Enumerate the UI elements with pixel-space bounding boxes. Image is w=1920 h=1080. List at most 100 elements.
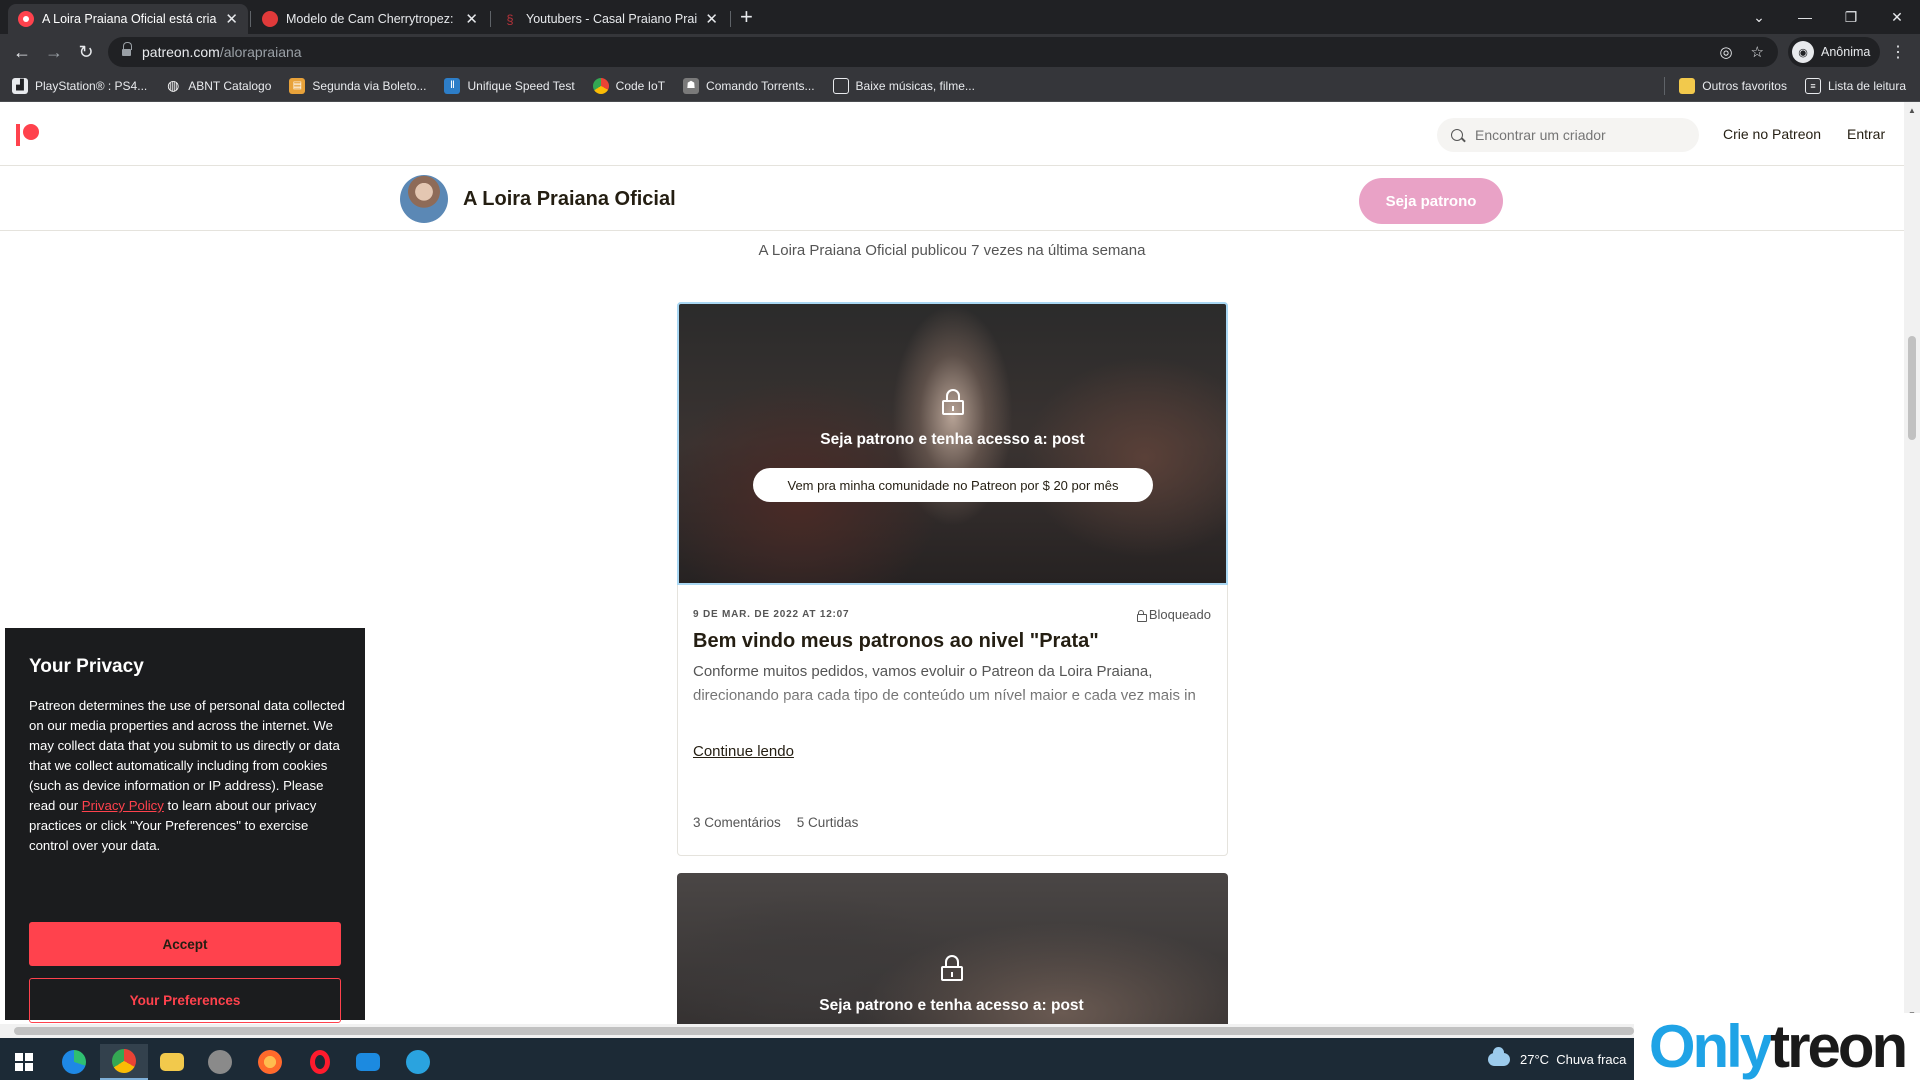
login-link[interactable]: Entrar: [1847, 126, 1885, 142]
tier-join-pill[interactable]: Vem pra minha comunidade no Patreon por …: [753, 468, 1153, 502]
weather-widget[interactable]: 27°C Chuva fraca: [1488, 1047, 1626, 1067]
globe-icon: ◍: [167, 77, 180, 93]
scrollbar-thumb[interactable]: [14, 1027, 1634, 1035]
locked-post-media[interactable]: Seja patrono e tenha acesso a: post: [677, 873, 1228, 1024]
watermark-logo: Only treon: [1634, 1013, 1920, 1080]
close-tab-icon[interactable]: ✕: [705, 10, 718, 28]
opera-icon[interactable]: [296, 1044, 344, 1080]
bookmark-item[interactable]: Baixe músicas, filme...: [832, 77, 975, 94]
bookmark-item[interactable]: ☗ Comando Torrents...: [683, 77, 815, 94]
restore-icon[interactable]: ❐: [1828, 0, 1874, 34]
bookmark-item[interactable]: ◍ ABNT Catalogo: [165, 77, 271, 94]
minimize-icon[interactable]: —: [1782, 0, 1828, 34]
bookmark-label: PlayStation® : PS4...: [35, 78, 148, 93]
bookmark-star-icon[interactable]: ☆: [1751, 43, 1764, 61]
windows-start-icon[interactable]: [0, 1044, 48, 1080]
accept-button[interactable]: Accept: [29, 922, 341, 966]
creator-search[interactable]: [1437, 118, 1699, 152]
small-lock-icon: [1136, 609, 1147, 622]
locked-post-media[interactable]: Seja patrono e tenha acesso a: post Vem …: [677, 302, 1228, 585]
browser-tab-strip: A Loira Praiana Oficial está criando ✕ M…: [0, 0, 1920, 34]
bookmark-label: Outros favoritos: [1702, 79, 1787, 93]
bookmark-label: Segunda via Boleto...: [312, 78, 427, 93]
tracking-blocked-eye-icon[interactable]: ◎: [1719, 43, 1732, 61]
bookmark-item[interactable]: ▤ Segunda via Boleto...: [289, 77, 427, 94]
file-explorer-icon[interactable]: [148, 1044, 196, 1080]
search-input[interactable]: [1475, 127, 1675, 143]
post-excerpt: Conforme muitos pedidos, vamos evoluir o…: [693, 663, 1196, 704]
bookmarks-bar: ▟ PlayStation® : PS4... ◍ ABNT Catalogo ▤ S…: [0, 70, 1920, 102]
reading-list-button[interactable]: ≡ Lista de leitura: [1804, 78, 1906, 94]
creator-bar: A Loira Praiana Oficial Seja patrono: [0, 166, 1904, 231]
bookmarks-separator: [1664, 77, 1666, 95]
other-bookmarks-folder[interactable]: Outros favoritos: [1679, 78, 1787, 94]
padlock-icon: [941, 955, 963, 981]
close-tab-icon[interactable]: ✕: [465, 10, 478, 28]
privacy-title: Your Privacy: [29, 656, 144, 677]
search-icon: [1451, 129, 1466, 143]
patreon-logo-icon[interactable]: [16, 124, 40, 146]
app-icon[interactable]: [196, 1044, 244, 1080]
address-bar[interactable]: patreon.com/alorapraiana ◎ ☆: [108, 37, 1778, 67]
url-host: patreon.com: [142, 44, 220, 60]
continue-reading-link[interactable]: Continue lendo: [693, 743, 794, 760]
creator-name[interactable]: A Loira Praiana Oficial: [463, 188, 676, 211]
bookmarks-bar-right: Outros favoritos ≡ Lista de leitura: [1664, 70, 1906, 102]
bookmark-item[interactable]: Ⅱ Unifique Speed Test: [444, 77, 575, 94]
chrome-icon: [592, 77, 609, 94]
firefox-icon[interactable]: [246, 1044, 294, 1080]
post-title[interactable]: Bem vindo meus patronos ao nivel "Prata": [693, 630, 1213, 653]
new-tab-plus-icon[interactable]: +: [740, 5, 753, 29]
reading-list-icon: ≡: [1804, 78, 1821, 94]
bookmark-item[interactable]: ▟ PlayStation® : PS4...: [12, 77, 148, 94]
edge-icon[interactable]: [50, 1044, 98, 1080]
tab-title: Modelo de Cam Cherrytropez: Sh: [286, 12, 458, 26]
reload-icon[interactable]: ↻: [74, 40, 98, 64]
tab-separator: [250, 11, 251, 27]
posting-frequency-note: A Loira Praiana Oficial publicou 7 vezes…: [758, 242, 1146, 259]
close-tab-icon[interactable]: ✕: [225, 10, 238, 28]
browser-toolbar: ← → ↻ patreon.com/alorapraiana ◎ ☆ ◉ Anô…: [0, 34, 1920, 70]
vertical-scrollbar[interactable]: ▲ ▼: [1904, 102, 1920, 1024]
tab-separator: [490, 11, 491, 27]
mail-icon[interactable]: [344, 1044, 392, 1080]
post-card: Seja patrono e tenha acesso a: post Vem …: [677, 302, 1228, 856]
forward-arrow-icon[interactable]: →: [42, 40, 66, 64]
rain-cloud-icon: [1488, 1047, 1510, 1066]
chrome-taskbar-icon[interactable]: [100, 1044, 148, 1080]
bookmark-label: Comando Torrents...: [706, 78, 815, 93]
chrome-menu-icon[interactable]: ⋮: [1890, 42, 1906, 62]
close-window-icon[interactable]: ✕: [1874, 0, 1920, 34]
telegram-icon[interactable]: [394, 1044, 442, 1080]
patreon-page: Crie no Patreon Entrar A Loira Praiana O…: [0, 102, 1904, 1024]
creator-avatar[interactable]: [400, 175, 448, 223]
back-arrow-icon[interactable]: ←: [10, 40, 34, 64]
profile-label: Anônima: [1821, 45, 1871, 59]
cam-favicon-icon: [262, 11, 278, 27]
incognito-profile-button[interactable]: ◉ Anônima: [1788, 37, 1881, 67]
monitor-icon: [832, 77, 849, 94]
preferences-button[interactable]: Your Preferences: [29, 978, 341, 1023]
horizontal-scrollbar[interactable]: [0, 1024, 1904, 1038]
tab-youtubers[interactable]: § Youtubers - Casal Praiano Praiana ✕: [492, 4, 728, 34]
patreon-header: Crie no Patreon Entrar: [0, 102, 1904, 166]
post-locked-status: Bloqueado: [1136, 607, 1211, 622]
join-button[interactable]: Seja patrono: [1359, 178, 1503, 224]
document-icon: ▤: [289, 77, 306, 94]
comments-count[interactable]: 3 Comentários: [693, 815, 781, 830]
scroll-up-arrow-icon[interactable]: ▲: [1908, 106, 1916, 115]
privacy-policy-link[interactable]: Privacy Policy: [82, 798, 164, 813]
tab-search-chevron-icon[interactable]: ⌄: [1736, 0, 1782, 34]
scrollbar-thumb[interactable]: [1908, 336, 1916, 440]
incognito-icon: ◉: [1792, 41, 1814, 63]
create-on-patreon-link[interactable]: Crie no Patreon: [1723, 126, 1821, 142]
tab-cherrytropez[interactable]: Modelo de Cam Cherrytropez: Sh ✕: [252, 4, 488, 34]
watermark-part: treon: [1770, 1012, 1908, 1080]
likes-count[interactable]: 5 Curtidas: [797, 815, 859, 830]
bookmark-label: Lista de leitura: [1827, 79, 1906, 93]
bookmark-label: Baixe músicas, filme...: [855, 78, 975, 93]
privacy-text: Patreon determines the use of personal d…: [29, 698, 345, 813]
secure-lock-icon[interactable]: [122, 42, 132, 57]
tab-patreon-loira[interactable]: A Loira Praiana Oficial está criando ✕: [8, 4, 248, 34]
bookmark-item[interactable]: Code IoT: [592, 77, 665, 94]
